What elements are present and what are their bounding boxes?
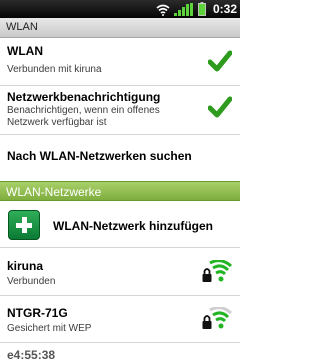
section-header-networks: WLAN-Netzwerke — [0, 181, 240, 201]
add-network-label: WLAN-Netzwerk hinzufügen — [53, 219, 213, 233]
network-notification-summary-2: Netzwerk verfügbar ist — [7, 117, 107, 128]
network-status: Gesichert mit WEP — [7, 323, 92, 334]
status-clock: 0:32 — [212, 2, 237, 16]
network-ssid: NTGR-71G — [7, 306, 68, 320]
wlan-toggle-row[interactable]: WLAN Verbunden mit kiruna — [0, 38, 240, 86]
wifi-signal-icon — [156, 4, 170, 16]
network-row-ntgr[interactable]: NTGR-71G Gesichert mit WEP — [0, 297, 240, 343]
wlan-checkbox[interactable] — [208, 50, 232, 72]
add-network-button[interactable] — [8, 210, 40, 240]
wifi-locked-icon — [202, 307, 232, 329]
page-title: WLAN — [6, 21, 38, 33]
scan-networks-label: Nach WLAN-Netzwerken suchen — [7, 149, 192, 163]
network-ssid: e4:55:38 — [7, 348, 56, 360]
network-row-e4[interactable]: e4:55:38 — [0, 344, 240, 360]
title-bar: WLAN — [0, 18, 240, 38]
cell-signal-icon — [174, 3, 193, 16]
wlan-toggle-summary: Verbunden mit kiruna — [7, 64, 102, 75]
section-header-label: WLAN-Netzwerke — [6, 185, 102, 199]
network-ssid: kiruna — [7, 259, 44, 273]
network-notification-checkbox[interactable] — [208, 96, 232, 118]
scan-networks-row[interactable]: Nach WLAN-Netzwerken suchen — [0, 135, 240, 181]
status-icons — [156, 2, 206, 16]
network-notification-row[interactable]: Netzwerkbenachrichtigung Benachrichtigen… — [0, 86, 240, 135]
network-status: Verbunden — [7, 276, 56, 287]
plus-icon-vertical — [22, 217, 27, 233]
network-row-kiruna[interactable]: kiruna Verbunden — [0, 249, 240, 296]
battery-icon — [198, 2, 206, 16]
wlan-toggle-title: WLAN — [7, 44, 43, 58]
network-notification-summary-1: Benachrichtigen, wenn ein offenes — [7, 105, 160, 116]
status-bar: 0:32 — [0, 0, 240, 18]
wifi-locked-icon — [202, 260, 232, 282]
network-notification-title: Netzwerkbenachrichtigung — [7, 90, 161, 104]
